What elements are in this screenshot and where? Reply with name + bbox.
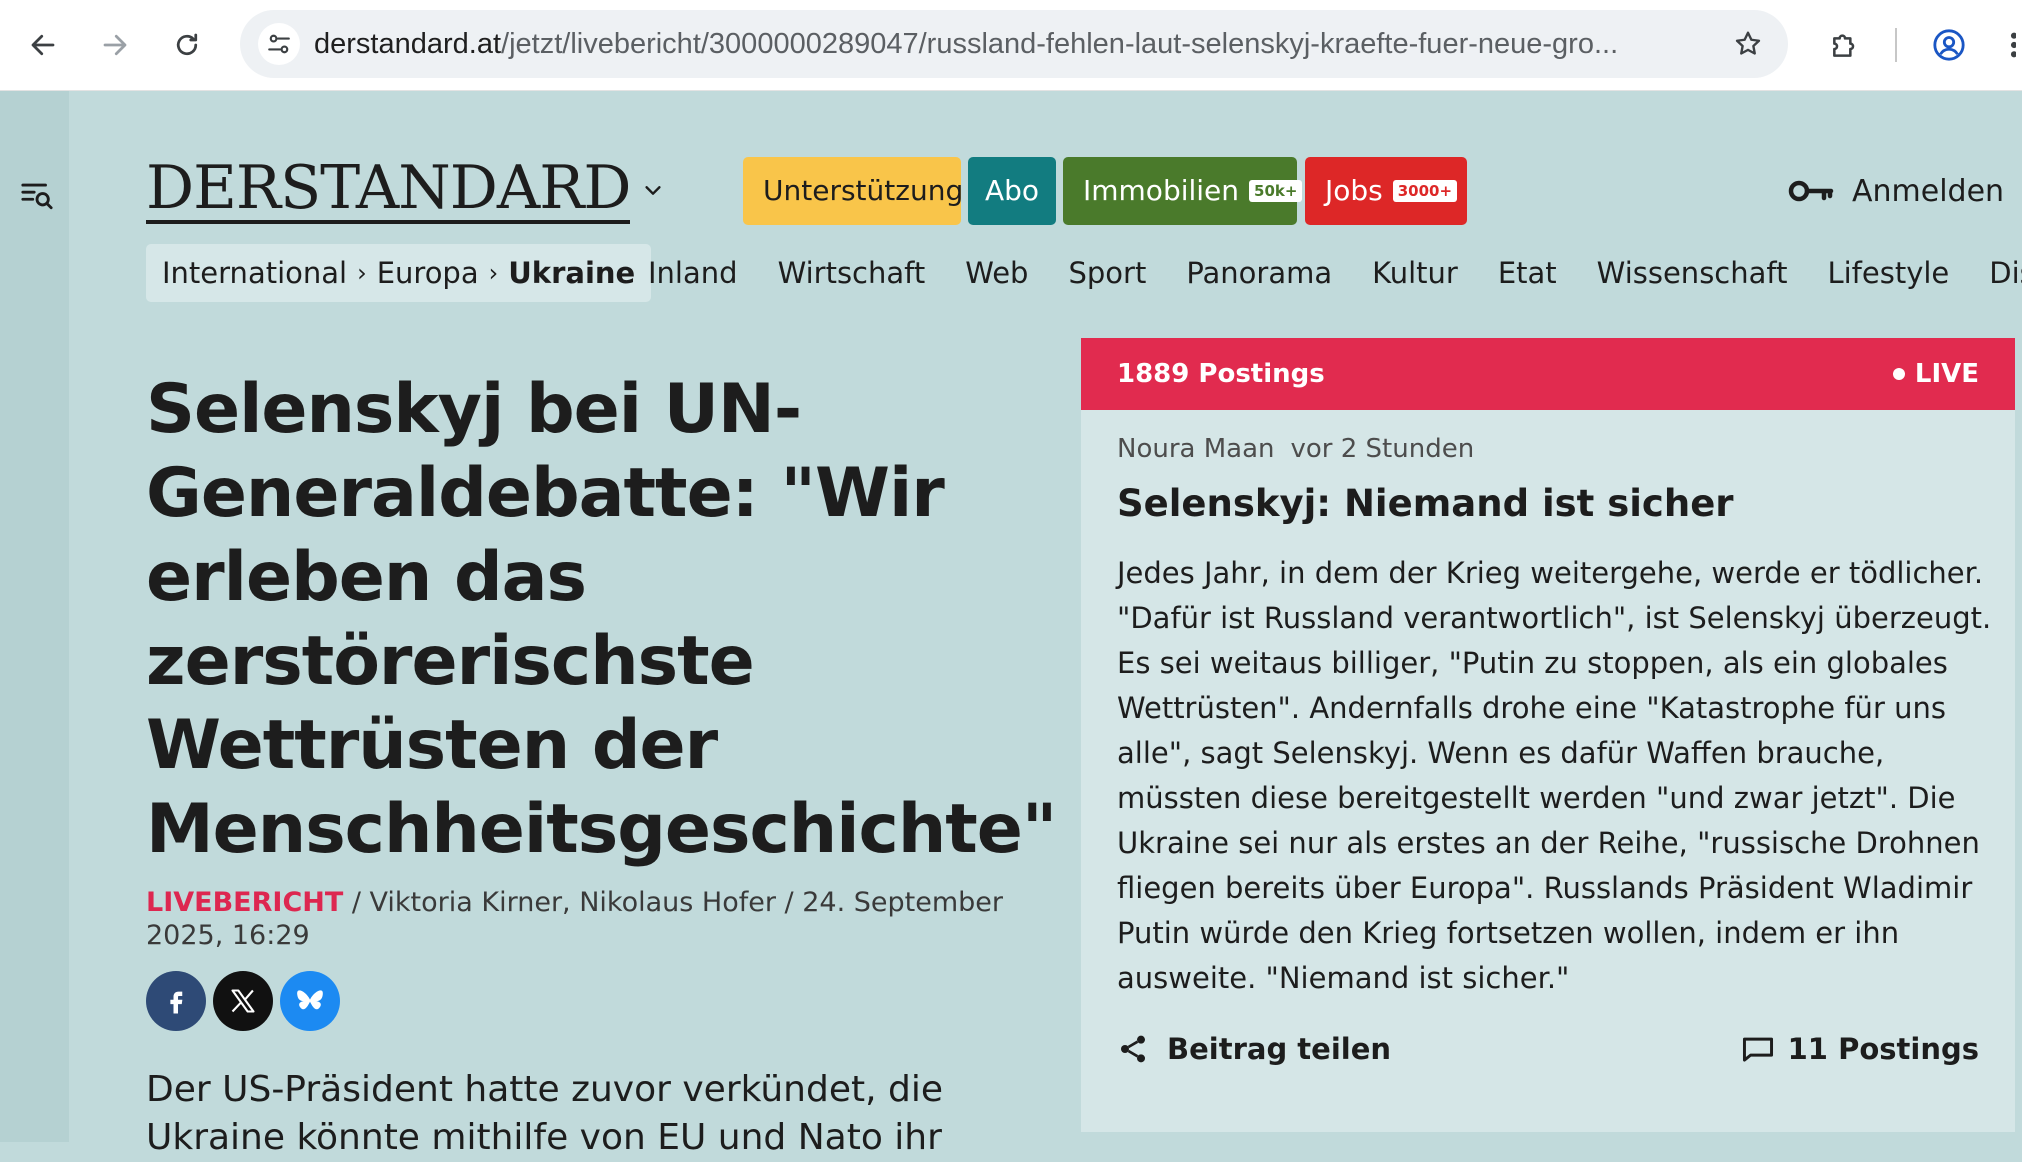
nav-item-etat[interactable]: Etat	[1498, 256, 1557, 290]
post-author: Noura Maan	[1117, 434, 1275, 464]
jobs-button[interactable]: Jobs 3000+	[1305, 157, 1467, 225]
url-path: /jetzt/livebericht/3000000289047/russlan…	[501, 28, 1619, 60]
post-time: vor 2 Stunden	[1290, 434, 1475, 464]
abo-button[interactable]: Abo	[968, 157, 1056, 225]
star-icon	[1735, 31, 1761, 55]
liveticker-header: 1889 Postings LIVE	[1081, 338, 2015, 410]
profile-icon	[1933, 29, 1965, 61]
social-share-row	[146, 971, 347, 1031]
nav-item-diskurs[interactable]: Diskurs	[1989, 256, 2022, 290]
article-headline: Selenskyj bei UN-Generaldebatte: "Wir er…	[146, 370, 1057, 869]
article-byline: LIVEBERICHT / Viktoria Kirner, Nikolaus …	[146, 886, 1026, 952]
login-label: Anmelden	[1852, 173, 2005, 209]
bookmark-button[interactable]	[1726, 22, 1770, 66]
liveticker-kicker[interactable]: LIVEBERICHT	[146, 887, 343, 918]
breadcrumb-separator: ›	[357, 259, 367, 287]
article-lead: Der US-Präsident hatte zuvor verkündet, …	[146, 1069, 943, 1158]
post-body: Jedes Jahr, in dem der Krieg weitergehe,…	[1117, 556, 1992, 995]
post-postings-button[interactable]: 11 Postings	[1742, 1032, 1979, 1066]
share-post-label: Beitrag teilen	[1167, 1032, 1392, 1066]
postings-count[interactable]: 1889 Postings	[1117, 338, 1325, 410]
more-button[interactable]	[1998, 22, 2022, 68]
nav-item-wirtschaft[interactable]: Wirtschaft	[778, 256, 926, 290]
site-info-button[interactable]	[258, 23, 300, 65]
reload-button[interactable]	[166, 24, 208, 66]
puzzle-icon	[1833, 34, 1855, 57]
bluesky-share-button[interactable]	[280, 971, 340, 1031]
abo-label: Abo	[984, 174, 1040, 207]
breadcrumb-item-europa[interactable]: Europa	[377, 256, 479, 290]
nav-item-kultur[interactable]: Kultur	[1372, 256, 1458, 290]
toolbar-divider	[1895, 28, 1897, 62]
post-meta: Noura Maan vor 2 Stunden	[1117, 434, 1474, 464]
facebook-icon	[170, 991, 183, 1014]
x-share-button[interactable]	[213, 971, 273, 1031]
left-rail	[0, 91, 69, 1142]
breadcrumb-item-international[interactable]: International	[162, 256, 347, 290]
breadcrumb-separator: ›	[488, 259, 499, 287]
nav-item-inland[interactable]: Inland	[648, 256, 738, 290]
browser-toolbar: derstandard.at/jetzt/livebericht/3000000…	[0, 0, 2022, 91]
share-icon	[1121, 1035, 1145, 1063]
url-text[interactable]: derstandard.at/jetzt/livebericht/3000000…	[314, 10, 1674, 78]
share-post-button[interactable]: Beitrag teilen	[1117, 1032, 1391, 1066]
nav-item-wissenschaft[interactable]: Wissenschaft	[1597, 256, 1788, 290]
back-button[interactable]	[22, 24, 64, 66]
immobilien-button[interactable]: Immobilien 50k+	[1063, 157, 1303, 225]
forward-button[interactable]	[94, 24, 136, 66]
nav-item-lifestyle[interactable]: Lifestyle	[1827, 256, 1949, 290]
post-postings-label: 11 Postings	[1787, 1032, 1979, 1066]
jobs-label: Jobs	[1325, 174, 1383, 207]
live-indicator: LIVE	[1892, 338, 1979, 410]
live-dot-icon	[1892, 368, 1905, 380]
address-bar[interactable]: derstandard.at/jetzt/livebericht/3000000…	[240, 10, 1788, 78]
nav-item-sport[interactable]: Sport	[1068, 256, 1146, 290]
live-label: LIVE	[1914, 359, 1979, 389]
key-icon	[1788, 180, 1834, 202]
more-icon	[2010, 32, 2016, 58]
arrow-right-icon	[103, 34, 127, 56]
nav-item-web[interactable]: Web	[965, 256, 1028, 290]
extensions-button[interactable]	[1822, 22, 1868, 68]
jobs-count-badge: 3000+	[1392, 180, 1458, 202]
logo-menu-button[interactable]	[640, 177, 666, 203]
filter-search-button[interactable]	[17, 175, 57, 215]
immobilien-label: Immobilien	[1083, 174, 1240, 207]
breadcrumb: International › Europa › Ukraine	[146, 244, 652, 302]
comment-icon	[1742, 1037, 1773, 1062]
chevron-down-icon	[645, 186, 661, 195]
x-icon	[231, 989, 255, 1013]
tune-icon	[268, 34, 290, 54]
reload-icon	[176, 33, 198, 56]
breadcrumb-item-ukraine[interactable]: Ukraine	[508, 256, 635, 290]
filter-search-icon	[21, 183, 53, 210]
nav-item-panorama[interactable]: Panorama	[1186, 256, 1332, 290]
site-logo[interactable]: DERSTANDARD	[146, 152, 631, 224]
support-button[interactable]: Unterstützung	[743, 157, 964, 225]
login-button[interactable]: Anmelden	[1788, 168, 2004, 214]
post-title: Selenskyj: Niemand ist sicher	[1117, 482, 1734, 525]
url-host: derstandard.at	[314, 28, 502, 60]
facebook-share-button[interactable]	[146, 971, 206, 1031]
profile-button[interactable]	[1926, 22, 1972, 68]
main-nav: Inland Wirtschaft Web Sport Panorama Kul…	[648, 244, 2022, 302]
arrow-left-icon	[31, 34, 55, 56]
liveticker-panel: 1889 Postings LIVE Noura Maan vor 2 Stund…	[1081, 338, 2015, 1132]
support-label: Unterstützung	[763, 174, 964, 207]
bluesky-icon	[297, 990, 323, 1010]
immobilien-count-badge: 50k+	[1249, 180, 1303, 202]
